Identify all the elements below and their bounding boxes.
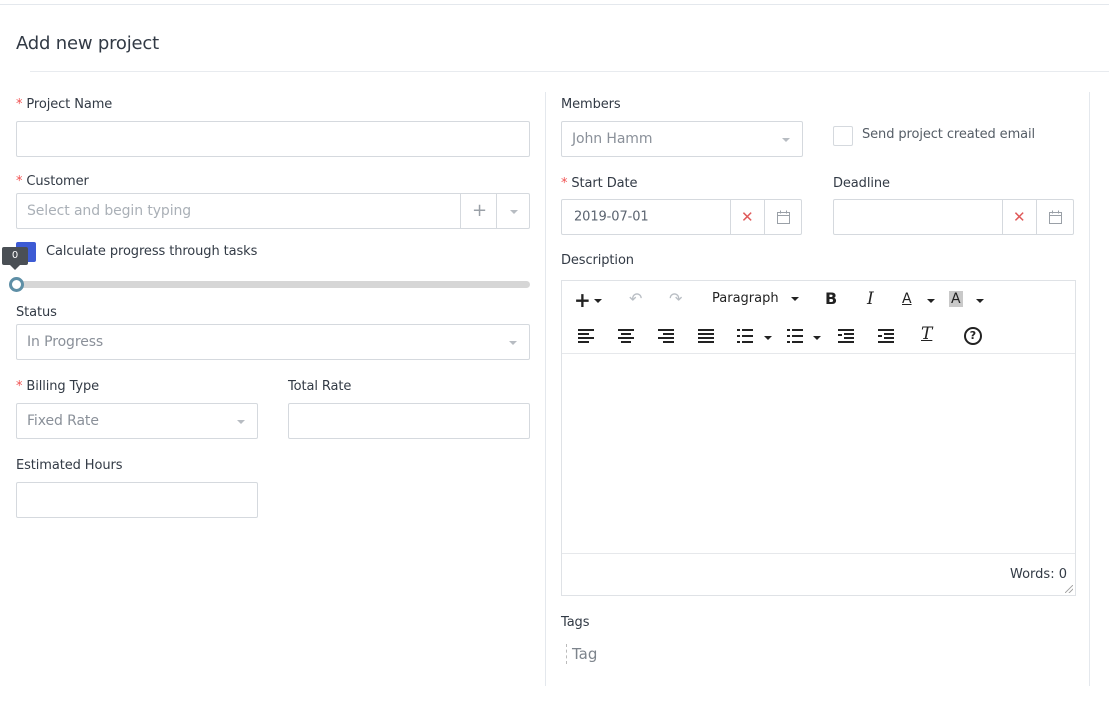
deadline-calendar-button[interactable] <box>1036 200 1062 234</box>
chevron-down-icon[interactable] <box>976 299 984 303</box>
members-value: John Hamm <box>572 131 653 147</box>
start-date-calendar-button[interactable] <box>764 200 790 234</box>
members-label: Members <box>561 97 621 112</box>
word-count: Words: 0 <box>1010 567 1067 582</box>
chevron-down-icon <box>782 138 790 142</box>
outdent-icon[interactable] <box>838 329 854 343</box>
project-name-label: * Project Name <box>16 97 113 112</box>
chevron-down-icon <box>510 210 518 214</box>
redo-icon[interactable]: ↷ <box>669 291 682 307</box>
align-center-icon[interactable] <box>618 329 634 343</box>
customer-placeholder: Select and begin typing <box>27 203 192 219</box>
font-color-button[interactable]: A <box>902 292 912 306</box>
chevron-down-icon[interactable] <box>927 299 935 303</box>
clear-format-icon[interactable]: T <box>921 326 932 343</box>
chevron-down-icon[interactable] <box>764 336 772 340</box>
customer-label: * Customer <box>16 174 89 189</box>
plus-icon: + <box>472 200 488 221</box>
deadline-input[interactable]: ✕ <box>833 199 1074 235</box>
required-marker: * <box>561 176 568 191</box>
resize-handle-icon[interactable] <box>1065 585 1073 593</box>
send-email-checkbox[interactable] <box>833 126 853 146</box>
chevron-down-icon[interactable] <box>813 336 821 340</box>
help-icon[interactable]: ? <box>964 327 982 345</box>
description-editor: + ↶ ↷ Paragraph B I A A T ? Words: 0 <box>561 280 1076 596</box>
close-icon: ✕ <box>741 208 754 226</box>
tags-label: Tags <box>561 615 590 630</box>
title-divider <box>30 71 1109 72</box>
italic-button[interactable]: I <box>867 291 874 308</box>
billing-type-value: Fixed Rate <box>27 413 99 429</box>
total-rate-input[interactable] <box>288 403 530 439</box>
undo-icon[interactable]: ↶ <box>629 291 642 307</box>
tag-input[interactable]: Tag <box>572 645 597 663</box>
column-divider <box>545 92 546 686</box>
progress-slider-track[interactable] <box>16 281 530 288</box>
insert-plus-icon[interactable]: + <box>574 290 591 310</box>
calc-progress-label: Calculate progress through tasks <box>46 244 258 259</box>
status-select[interactable]: In Progress <box>16 324 530 360</box>
start-date-value: 2019-07-01 <box>574 209 649 225</box>
top-border <box>0 4 1109 5</box>
right-edge-divider <box>1089 92 1090 686</box>
bold-button[interactable]: B <box>825 291 837 307</box>
start-date-label: * Start Date <box>561 176 638 191</box>
align-justify-icon[interactable] <box>698 329 714 343</box>
estimated-hours-input[interactable] <box>16 482 258 518</box>
start-date-input[interactable]: 2019-07-01 ✕ <box>561 199 802 235</box>
calendar-icon <box>1049 210 1062 224</box>
deadline-label: Deadline <box>833 176 890 191</box>
align-right-icon[interactable] <box>658 329 674 343</box>
editor-statusbar: Words: 0 <box>562 553 1075 595</box>
deadline-clear-button[interactable]: ✕ <box>1002 200 1026 234</box>
send-email-label: Send project created email <box>862 127 1036 142</box>
customer-select[interactable]: Select and begin typing + <box>16 193 530 229</box>
editor-toolbar: + ↶ ↷ Paragraph B I A A T ? <box>562 281 1075 354</box>
description-label: Description <box>561 253 634 268</box>
total-rate-label: Total Rate <box>288 379 352 394</box>
customer-dropdown-toggle[interactable] <box>496 194 518 228</box>
editor-content-area[interactable] <box>562 354 1075 553</box>
chevron-down-icon[interactable] <box>594 299 602 303</box>
bullet-list-icon[interactable] <box>737 329 753 343</box>
align-left-icon[interactable] <box>578 329 594 343</box>
tag-input-cursor <box>566 644 567 664</box>
chevron-down-icon <box>237 420 245 424</box>
estimated-hours-label: Estimated Hours <box>16 458 123 473</box>
progress-slider-tooltip: 0 <box>2 247 28 270</box>
indent-icon[interactable] <box>878 329 894 343</box>
format-select[interactable]: Paragraph <box>712 292 779 305</box>
project-name-input[interactable] <box>16 121 530 157</box>
chevron-down-icon[interactable] <box>791 297 799 301</box>
status-label: Status <box>16 305 57 320</box>
required-marker: * <box>16 97 23 112</box>
numbered-list-icon[interactable] <box>787 329 803 343</box>
members-select[interactable]: John Hamm <box>561 121 803 157</box>
start-date-clear-button[interactable]: ✕ <box>730 200 754 234</box>
calendar-icon <box>777 210 790 224</box>
billing-type-label: * Billing Type <box>16 379 100 394</box>
page-title: Add new project <box>16 33 159 54</box>
background-color-button[interactable]: A <box>949 291 963 307</box>
chevron-down-icon <box>509 341 517 345</box>
billing-type-select[interactable]: Fixed Rate <box>16 403 258 439</box>
customer-add-button[interactable]: + <box>460 194 487 228</box>
required-marker: * <box>16 379 23 394</box>
required-marker: * <box>16 174 23 189</box>
progress-slider-handle[interactable] <box>9 277 24 292</box>
close-icon: ✕ <box>1013 208 1026 226</box>
status-value: In Progress <box>27 334 104 350</box>
